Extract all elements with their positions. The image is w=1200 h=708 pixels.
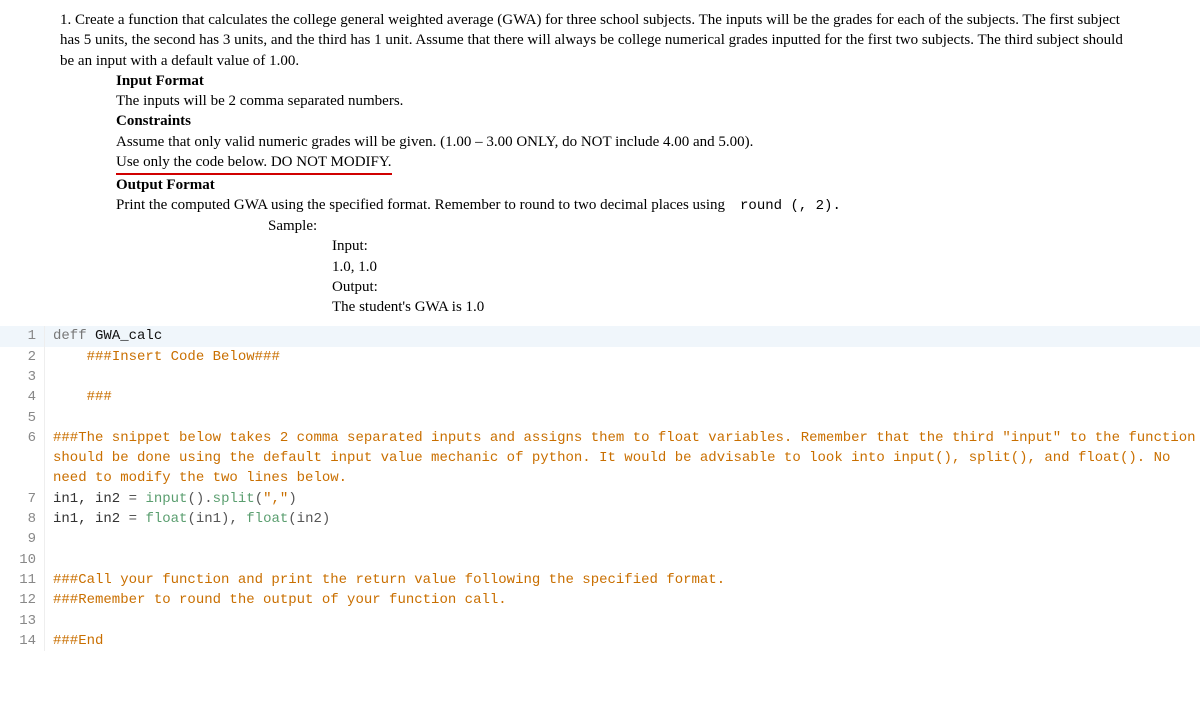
code-line-11[interactable]: 11 ###Call your function and print the r…: [0, 570, 1200, 590]
line-number: 9: [0, 529, 45, 549]
code-line-1[interactable]: 1 deff GWA_calc: [0, 326, 1200, 346]
output-format-body: Print the computed GWA using the specifi…: [116, 195, 1140, 216]
problem-main-paragraph: 1. Create a function that calculates the…: [60, 10, 1140, 71]
code-line-10[interactable]: 10: [0, 550, 1200, 570]
input-format-heading: Input Format: [116, 71, 1140, 91]
constraints-body-1: Assume that only valid numeric grades wi…: [116, 132, 1140, 152]
line-number: 4: [0, 387, 45, 407]
code-line-4[interactable]: 4 ###: [0, 387, 1200, 407]
sample-heading: Sample:: [116, 216, 1140, 236]
line-number: 2: [0, 347, 45, 367]
code-line-7[interactable]: 7 in1, in2 = input().split(","): [0, 489, 1200, 509]
code-line-14[interactable]: 14 ###End: [0, 631, 1200, 651]
sample-output-label: Output:: [332, 277, 1140, 297]
line-number: 10: [0, 550, 45, 570]
input-format-body: The inputs will be 2 comma separated num…: [116, 91, 1140, 111]
code-line-13[interactable]: 13: [0, 611, 1200, 631]
constraints-heading: Constraints: [116, 111, 1140, 131]
line-number: 3: [0, 367, 45, 387]
code-line-5[interactable]: 5: [0, 408, 1200, 428]
line-number: 14: [0, 631, 45, 651]
line-number: 12: [0, 590, 45, 610]
sample-output-value: The student's GWA is 1.0: [332, 297, 1140, 317]
round-code-text: round (, 2).: [740, 198, 841, 214]
code-line-3[interactable]: 3: [0, 367, 1200, 387]
line-number: 1: [0, 326, 45, 346]
line-number: 13: [0, 611, 45, 631]
do-not-modify-text: Use only the code below. DO NOT MODIFY.: [116, 152, 392, 175]
output-format-heading: Output Format: [116, 175, 1140, 195]
code-line-8[interactable]: 8 in1, in2 = float(in1), float(in2): [0, 509, 1200, 529]
sample-input-value: 1.0, 1.0: [332, 257, 1140, 277]
code-line-12[interactable]: 12 ###Remember to round the output of yo…: [0, 590, 1200, 610]
constraints-body-2-underline: Use only the code below. DO NOT MODIFY.: [116, 152, 1140, 175]
line-number: 5: [0, 408, 45, 428]
line-number: 11: [0, 570, 45, 590]
code-editor[interactable]: 1 deff GWA_calc 2 ###Insert Code Below##…: [0, 322, 1200, 651]
code-line-9[interactable]: 9: [0, 529, 1200, 549]
code-line-6[interactable]: 6 ###The snippet below takes 2 comma sep…: [0, 428, 1200, 489]
problem-statement: 1. Create a function that calculates the…: [0, 0, 1200, 322]
code-line-2[interactable]: 2 ###Insert Code Below###: [0, 347, 1200, 367]
line-number: 6: [0, 428, 45, 489]
line-number: 8: [0, 509, 45, 529]
line-number: 7: [0, 489, 45, 509]
sample-input-label: Input:: [332, 236, 1140, 256]
